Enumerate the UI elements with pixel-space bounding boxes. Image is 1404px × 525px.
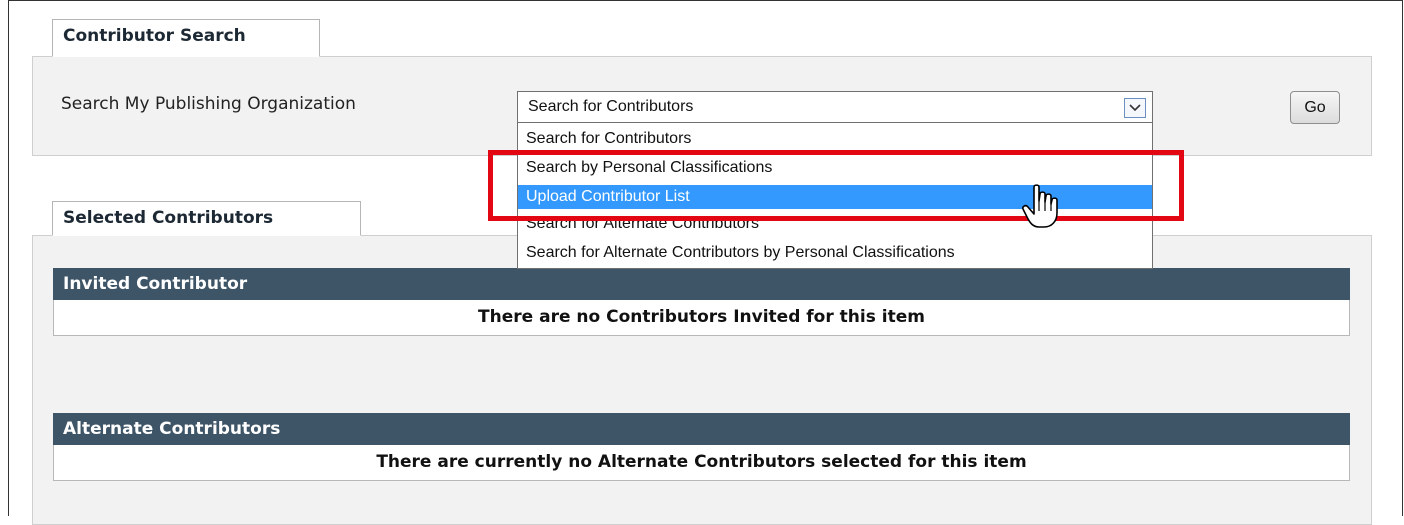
alternate-contributors-empty-message: There are currently no Alternate Contrib… bbox=[53, 445, 1350, 481]
invited-contributor-empty-message: There are no Contributors Invited for th… bbox=[53, 300, 1350, 336]
hand-pointer-icon bbox=[1022, 183, 1060, 233]
dropdown-option-alternate-personal-classifications[interactable]: Search for Alternate Contributors by Per… bbox=[518, 241, 1152, 265]
search-type-selected-value: Search for Contributors bbox=[528, 98, 694, 115]
dropdown-option-search-contributors[interactable]: Search for Contributors bbox=[518, 127, 1152, 151]
search-type-select[interactable]: Search for Contributors bbox=[517, 91, 1153, 123]
go-button[interactable]: Go bbox=[1290, 91, 1340, 124]
alternate-contributors-header: Alternate Contributors bbox=[53, 413, 1350, 445]
search-organization-label: Search My Publishing Organization bbox=[61, 94, 356, 114]
contributor-search-tab: Contributor Search bbox=[52, 19, 320, 57]
chevron-down-icon[interactable] bbox=[1124, 98, 1146, 118]
selected-contributors-tab: Selected Contributors bbox=[52, 201, 361, 236]
invited-contributor-header: Invited Contributor bbox=[53, 268, 1350, 300]
annotation-highlight-box bbox=[488, 150, 1184, 221]
